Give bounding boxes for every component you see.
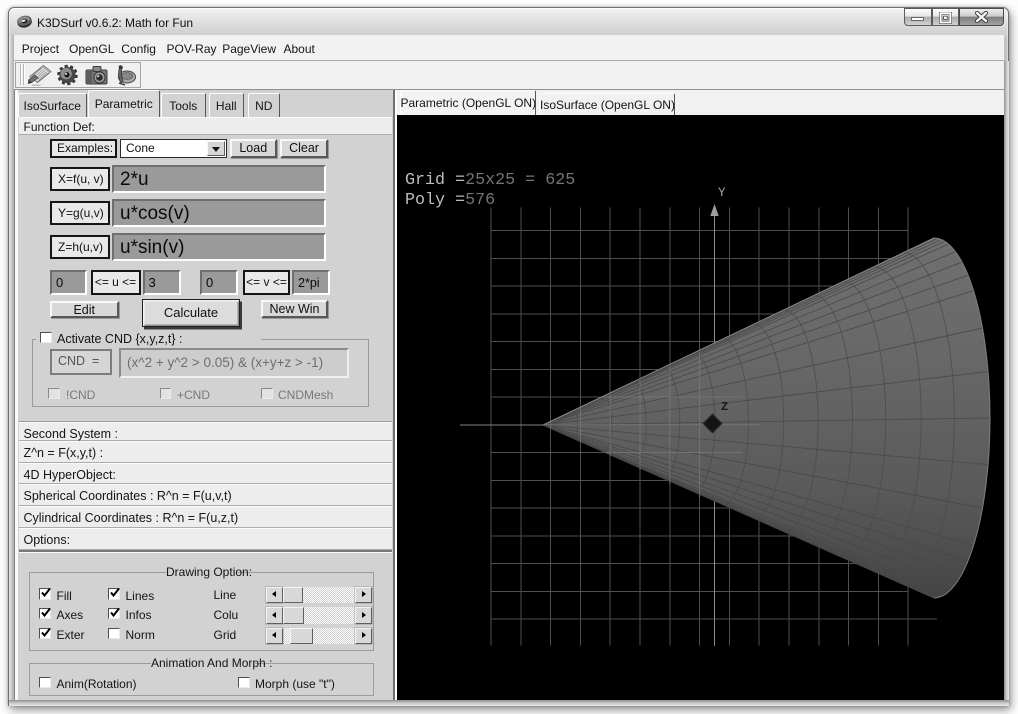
svg-text:Y: Y (718, 186, 726, 200)
svg-text:Grid =25x25 = 625: Grid =25x25 = 625 (405, 171, 575, 190)
svg-text:Z: Z (721, 400, 728, 414)
svg-text:Poly =576: Poly =576 (405, 191, 495, 210)
